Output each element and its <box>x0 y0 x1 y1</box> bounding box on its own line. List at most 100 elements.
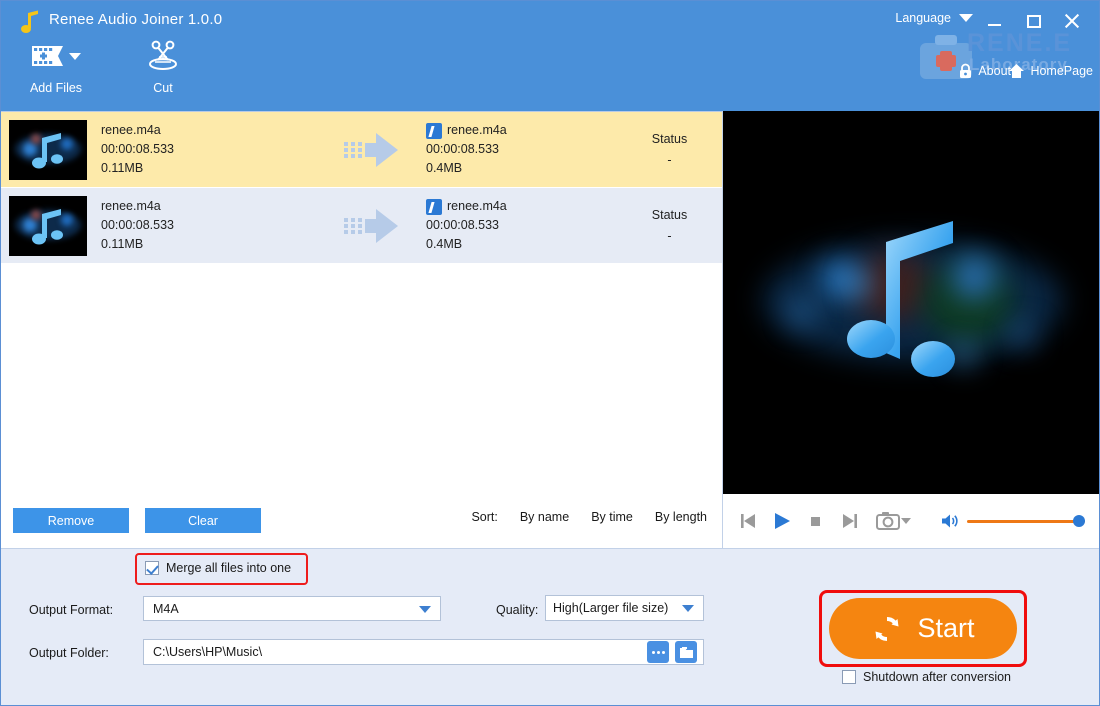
homepage-link[interactable]: HomePage <box>1008 63 1093 79</box>
title-bar: Renee Audio Joiner 1.0.0 Language RENE.E… <box>1 1 1099 111</box>
source-duration: 00:00:08.533 <box>101 142 174 156</box>
shutdown-label: Shutdown after conversion <box>863 670 1012 684</box>
player-controls <box>723 494 1099 549</box>
film-strip-plus-icon <box>32 46 63 66</box>
source-file-name: renee.m4a <box>101 199 161 213</box>
snapshot-dropdown-icon[interactable] <box>901 518 911 524</box>
ellipsis-icon <box>651 650 665 654</box>
close-button[interactable] <box>1057 9 1087 33</box>
output-folder-input[interactable]: C:\Users\HP\Music\ <box>143 639 704 665</box>
refresh-icon <box>875 616 899 641</box>
file-list[interactable]: renee.m4a 00:00:08.533 0.11MB renee.m4a … <box>1 111 723 497</box>
about-link[interactable]: About <box>958 63 1011 79</box>
skip-previous-icon <box>741 514 755 528</box>
sort-by-time-button[interactable]: By time <box>591 510 633 524</box>
play-icon <box>775 513 790 529</box>
quality-select[interactable]: High(Larger file size) <box>545 595 704 621</box>
quality-value: High(Larger file size) <box>553 601 669 615</box>
stop-icon <box>811 517 820 526</box>
merge-all-files-label: Merge all files into one <box>166 561 292 575</box>
quality-label: Quality: <box>496 603 539 617</box>
merge-all-files-checkbox[interactable]: Merge all files into one <box>145 561 291 575</box>
volume-button[interactable] <box>933 504 967 538</box>
output-format-value: M4A <box>153 601 179 616</box>
start-button-label: Start <box>917 613 975 643</box>
about-label: About <box>978 64 1011 78</box>
skip-next-icon <box>843 514 857 528</box>
file-thumbnail <box>9 195 87 256</box>
maximize-icon <box>1027 14 1041 28</box>
camera-icon <box>876 512 900 530</box>
folder-icon <box>679 646 693 658</box>
start-button[interactable]: Start <box>829 598 1017 659</box>
source-size: 0.11MB <box>101 161 144 175</box>
minimize-button[interactable] <box>979 9 1009 33</box>
output-file-name: renee.m4a <box>447 123 507 137</box>
table-row[interactable]: renee.m4a 00:00:08.533 0.11MB renee.m4a … <box>1 112 723 188</box>
chevron-down-icon <box>959 14 973 22</box>
output-duration: 00:00:08.533 <box>426 142 499 156</box>
sort-label: Sort: <box>471 510 498 524</box>
volume-high-icon <box>942 514 958 528</box>
open-folder-button[interactable] <box>675 641 697 663</box>
source-file-info: renee.m4a 00:00:08.533 0.11MB <box>101 121 316 178</box>
previous-button[interactable] <box>731 504 765 538</box>
convert-arrow-icon <box>316 208 426 243</box>
cut-button[interactable]: Cut <box>125 39 201 95</box>
next-button[interactable] <box>833 504 867 538</box>
output-file-info: renee.m4a 00:00:08.533 0.4MB <box>426 197 616 254</box>
status-cell: Status - <box>616 129 723 171</box>
sort-by-length-button[interactable]: By length <box>655 510 707 524</box>
add-files-dropdown-icon[interactable] <box>69 52 81 60</box>
snapshot-button[interactable] <box>873 504 903 538</box>
close-icon <box>1064 13 1080 29</box>
video-preview[interactable] <box>723 111 1099 494</box>
language-selector[interactable]: Language <box>895 11 973 25</box>
cut-label: Cut <box>153 81 173 95</box>
app-icon-music-note <box>21 10 38 33</box>
source-duration: 00:00:08.533 <box>101 218 174 232</box>
output-duration: 00:00:08.533 <box>426 218 499 232</box>
language-label: Language <box>895 11 951 25</box>
homepage-label: HomePage <box>1030 64 1093 78</box>
maximize-button[interactable] <box>1019 9 1049 33</box>
add-files-label: Add Files <box>29 81 83 95</box>
music-note-graphic <box>847 221 955 377</box>
volume-slider[interactable] <box>967 514 1085 528</box>
checkbox-box[interactable] <box>842 670 856 684</box>
output-format-select[interactable]: M4A <box>143 596 441 621</box>
minimize-icon <box>987 24 1001 26</box>
chevron-down-icon <box>682 605 694 612</box>
volume-track <box>967 519 1085 523</box>
clear-button[interactable]: Clear <box>145 508 261 533</box>
output-size: 0.4MB <box>426 161 463 175</box>
chevron-down-icon <box>419 605 431 613</box>
output-folder-value: C:\Users\HP\Music\ <box>153 645 263 659</box>
status-cell: Status - <box>616 205 723 247</box>
app-title: Renee Audio Joiner 1.0.0 <box>49 11 223 28</box>
file-thumbnail <box>9 119 87 180</box>
output-folder-label: Output Folder: <box>29 646 109 660</box>
stop-button[interactable] <box>799 504 833 538</box>
lock-icon <box>960 63 972 78</box>
edit-pencil-icon[interactable] <box>426 198 442 215</box>
sort-by-name-button[interactable]: By name <box>520 510 569 524</box>
list-toolbar: Remove Clear Sort: By name By time By le… <box>1 497 723 549</box>
add-files-button[interactable]: Add Files <box>15 39 97 95</box>
remove-button[interactable]: Remove <box>13 508 129 533</box>
status-value: - <box>667 152 672 167</box>
output-file-name: renee.m4a <box>447 199 507 213</box>
home-icon <box>1009 64 1025 78</box>
table-row[interactable]: renee.m4a 00:00:08.533 0.11MB renee.m4a … <box>1 188 723 264</box>
source-file-info: renee.m4a 00:00:08.533 0.11MB <box>101 197 316 254</box>
status-value: - <box>667 228 672 243</box>
convert-arrow-icon <box>316 132 426 167</box>
app-window: Renee Audio Joiner 1.0.0 Language RENE.E… <box>0 0 1100 706</box>
checkbox-check-icon[interactable] <box>145 561 159 575</box>
play-button[interactable] <box>765 504 799 538</box>
output-file-info: renee.m4a 00:00:08.533 0.4MB <box>426 121 616 178</box>
edit-pencil-icon[interactable] <box>426 122 442 139</box>
volume-handle[interactable] <box>1073 515 1085 527</box>
shutdown-after-conversion-checkbox[interactable]: Shutdown after conversion <box>842 670 1011 684</box>
browse-folder-button[interactable] <box>647 641 669 663</box>
